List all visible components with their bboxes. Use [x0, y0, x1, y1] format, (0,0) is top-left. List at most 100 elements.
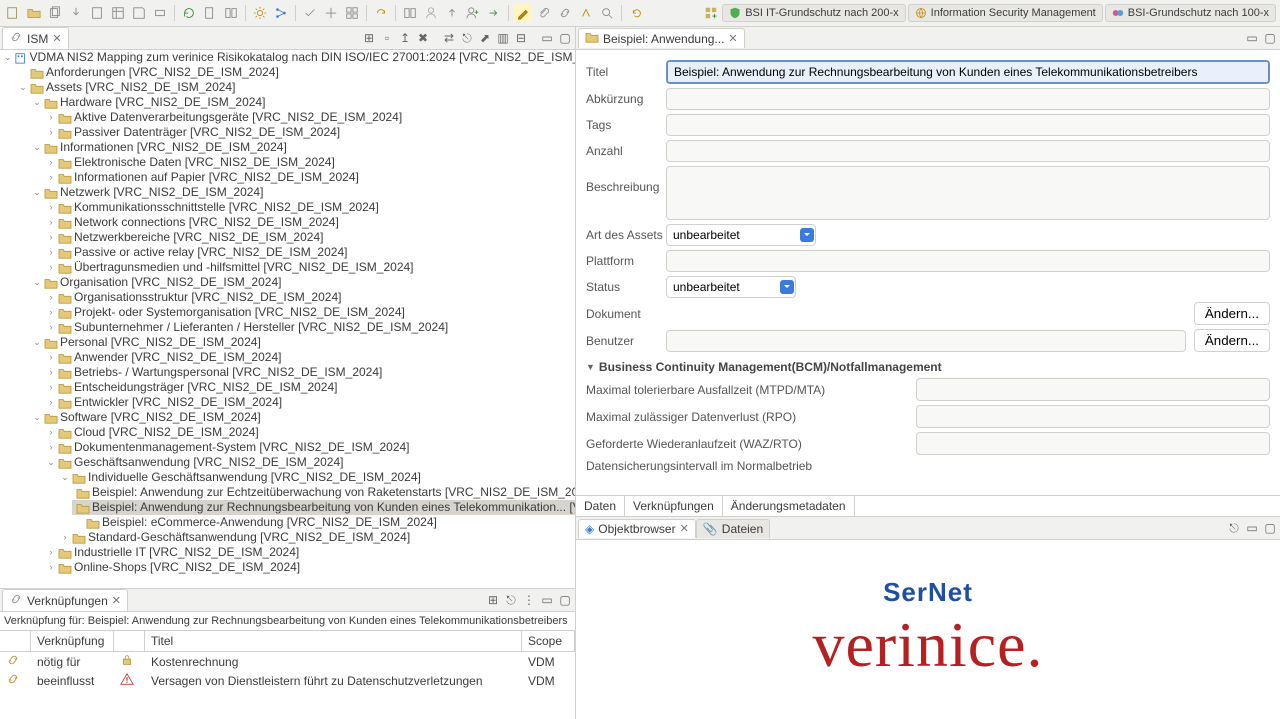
tree-node[interactable]: ›Netzwerkbereiche [VRC_NIS2_DE_ISM_2024] — [44, 230, 575, 245]
col-icon1[interactable] — [0, 631, 31, 652]
tree-node[interactable]: ›Anwender [VRC_NIS2_DE_ISM_2024] — [44, 350, 575, 365]
tree-node[interactable]: ⌄Geschäftsanwendung [VRC_NIS2_DE_ISM_202… — [44, 455, 575, 470]
tree-expand-toggle[interactable]: › — [46, 230, 56, 245]
toolbar-btn-paste[interactable] — [88, 4, 106, 22]
toolbar-btn-upload[interactable] — [443, 4, 461, 22]
bottom-tab-daten[interactable]: Daten — [576, 496, 625, 516]
toolbar-btn-redo[interactable] — [372, 4, 390, 22]
tree-node[interactable]: ⌄Informationen [VRC_NIS2_DE_ISM_2024] — [30, 140, 575, 155]
tree-expand-toggle[interactable]: › — [46, 290, 56, 305]
plattform-input[interactable] — [666, 250, 1270, 272]
status-select[interactable]: unbearbeitet — [666, 276, 796, 298]
ism-tree[interactable]: ⌄VDMA NIS2 Mapping zum verinice Risikoka… — [0, 50, 575, 575]
art-select[interactable]: unbearbeitet — [666, 224, 816, 246]
toolbar-btn-save[interactable] — [130, 4, 148, 22]
tags-input[interactable] — [666, 114, 1270, 136]
tree-node[interactable]: ›Übertragunsmedien und -hilfsmittel [VRC… — [44, 260, 575, 275]
close-icon[interactable]: ✕ — [728, 32, 737, 45]
bottom-tab-verkn[interactable]: Verknüpfungen — [625, 496, 723, 516]
table-row[interactable]: beeinflusstVersagen von Dienstleistern f… — [0, 671, 575, 690]
maximize-button[interactable]: ▢ — [1262, 520, 1278, 536]
toolbar-btn-print[interactable] — [151, 4, 169, 22]
tree-node[interactable]: Beispiel: eCommerce-Anwendung [VRC_NIS2_… — [72, 515, 575, 530]
tree-expand-toggle[interactable]: › — [46, 380, 56, 395]
tree-delete-button[interactable]: ✖ — [415, 30, 431, 46]
tree-expand-toggle[interactable]: ⌄ — [32, 275, 42, 290]
tree-node[interactable]: ›Aktive Datenverarbeitungsgeräte [VRC_NI… — [44, 110, 575, 125]
minimize-button[interactable]: ▭ — [539, 30, 555, 46]
tree-node[interactable]: ⌄Organisation [VRC_NIS2_DE_ISM_2024] — [30, 275, 575, 290]
mtpd-input[interactable] — [916, 378, 1270, 401]
toolbar-btn-attach[interactable] — [535, 4, 553, 22]
table-row[interactable]: nötig fürKostenrechnungVDM — [0, 652, 575, 672]
tree-expand-toggle[interactable]: › — [46, 215, 56, 230]
waz-input[interactable] — [916, 432, 1270, 455]
tree-node[interactable]: ⌄Assets [VRC_NIS2_DE_ISM_2024] — [16, 80, 575, 95]
col-scope[interactable]: Scope — [522, 631, 575, 652]
minimize-button[interactable]: ▭ — [1244, 30, 1260, 46]
bcm-section-header[interactable]: ▼ Business Continuity Management(BCM)/No… — [586, 360, 1270, 374]
toolbar-btn-refresh[interactable] — [180, 4, 198, 22]
tree-node[interactable]: ⌄Personal [VRC_NIS2_DE_ISM_2024] — [30, 335, 575, 350]
close-icon[interactable]: ✕ — [52, 32, 61, 45]
tree-expand-toggle[interactable]: ⌄ — [32, 140, 42, 155]
tree-expand-toggle[interactable]: ⌄ — [46, 455, 56, 470]
tree-expand-toggle[interactable]: ⌄ — [32, 410, 42, 425]
tree-expand-toggle[interactable]: › — [46, 110, 56, 125]
links-view-tab[interactable]: Verknüpfungen ✕ — [2, 589, 128, 611]
tree-expand-toggle[interactable]: › — [46, 170, 56, 185]
objektbrowser-tab[interactable]: ◈ Objektbrowser ✕ — [578, 519, 696, 538]
toolbar-btn-new-folder[interactable] — [25, 4, 43, 22]
tree-expand-toggle[interactable]: › — [46, 155, 56, 170]
tree-node[interactable]: ›Passive or active relay [VRC_NIS2_DE_IS… — [44, 245, 575, 260]
rpo-input[interactable] — [916, 405, 1270, 428]
ism-view-tab[interactable]: ISM ✕ — [2, 27, 69, 49]
toolbar-btn-expand[interactable] — [322, 4, 340, 22]
benutzer-change-button[interactable]: Ändern... — [1194, 329, 1270, 352]
persp-grundschutz200-x[interactable]: BSI IT-Grundschutz nach 200-x — [722, 4, 905, 22]
toolbar-btn-addperson[interactable] — [464, 4, 482, 22]
close-icon[interactable]: ✕ — [680, 522, 689, 535]
tree-node[interactable]: ›Kommunikationsschnittstelle [VRC_NIS2_D… — [44, 200, 575, 215]
dateien-tab[interactable]: 📎 Dateien — [696, 519, 770, 538]
tree-node[interactable]: ›Projekt- oder Systemorganisation [VRC_N… — [44, 305, 575, 320]
tree-expand-toggle[interactable]: › — [60, 530, 70, 545]
tree-chart-button[interactable]: ⬈ — [477, 30, 493, 46]
links-action1-button[interactable]: ⊞ — [485, 592, 501, 608]
tree-expand-toggle[interactable]: ⌄ — [18, 80, 28, 95]
maximize-button[interactable]: ▢ — [1262, 30, 1278, 46]
toolbar-btn-report[interactable] — [201, 4, 219, 22]
col-type[interactable]: Verknüpfung — [31, 631, 114, 652]
titel-input[interactable] — [666, 60, 1270, 84]
tree-expand-toggle[interactable]: ⌄ — [32, 185, 42, 200]
tree-expand-toggle[interactable]: › — [46, 425, 56, 440]
toolbar-btn-pencil[interactable] — [514, 4, 532, 22]
minimize-button[interactable]: ▭ — [1244, 520, 1260, 536]
tree-node[interactable]: ›Subunternehmer / Lieferanten / Herstell… — [44, 320, 575, 335]
toolbar-btn-arrow[interactable] — [485, 4, 503, 22]
tree-expand-toggle[interactable]: › — [46, 350, 56, 365]
tree-node[interactable]: Anforderungen [VRC_NIS2_DE_ISM_2024] — [16, 65, 575, 80]
tree-node[interactable]: ⌄Individuelle Geschäftsanwendung [VRC_NI… — [58, 470, 575, 485]
tree-expand-toggle[interactable]: ⌄ — [4, 50, 12, 65]
toolbar-btn-check[interactable] — [301, 4, 319, 22]
tree-node[interactable]: ›Dokumentenmanagement-System [VRC_NIS2_D… — [44, 440, 575, 455]
toolbar-btn-undo-hist[interactable] — [627, 4, 645, 22]
tree-expand-toggle[interactable]: › — [46, 305, 56, 320]
tree-node[interactable]: ›Standard-Geschäftsanwendung [VRC_NIS2_D… — [58, 530, 575, 545]
tree-node[interactable]: ⌄Software [VRC_NIS2_DE_ISM_2024] — [30, 410, 575, 425]
tree-node[interactable]: ⌄VDMA NIS2 Mapping zum verinice Risikoka… — [2, 50, 575, 65]
toolbar-btn-tree-dots[interactable] — [272, 4, 290, 22]
persp-ism[interactable]: Information Security Management — [908, 4, 1103, 22]
tree-node[interactable]: ›Betriebs- / Wartungspersonal [VRC_NIS2_… — [44, 365, 575, 380]
tree-new-button[interactable]: ▫ — [379, 30, 395, 46]
tree-report-button[interactable]: ▥ — [495, 30, 511, 46]
tree-expand-toggle[interactable]: › — [46, 395, 56, 410]
toolbar-btn-compare[interactable] — [222, 4, 240, 22]
tree-node[interactable]: ›Cloud [VRC_NIS2_DE_ISM_2024] — [44, 425, 575, 440]
bottom-tab-meta[interactable]: Änderungsmetadaten — [723, 496, 855, 516]
tree-expand-toggle[interactable]: › — [46, 125, 56, 140]
toolbar-btn-pick[interactable] — [577, 4, 595, 22]
tree-import-button[interactable]: ↥ — [397, 30, 413, 46]
toolbar-btn-search[interactable] — [598, 4, 616, 22]
